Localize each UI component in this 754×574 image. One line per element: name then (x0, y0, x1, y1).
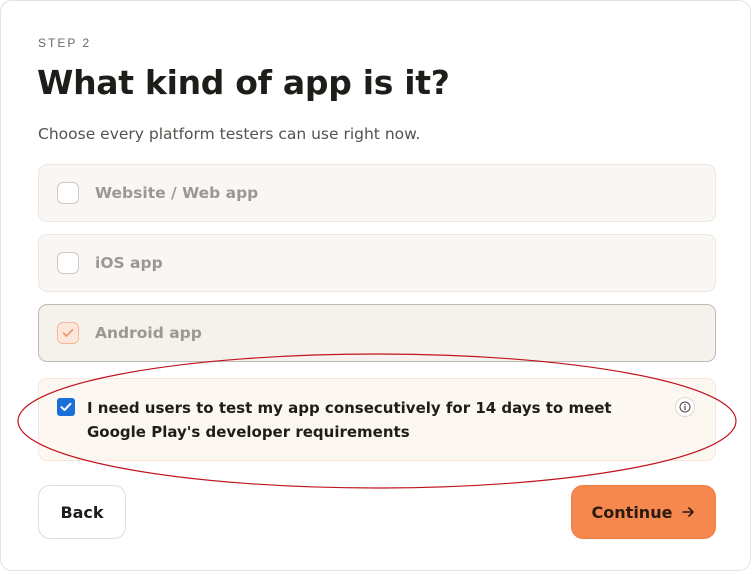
option-label: Website / Web app (95, 184, 259, 202)
step-card: STEP 2 What kind of app is it? Choose ev… (0, 0, 751, 571)
continue-button[interactable]: Continue (571, 485, 716, 539)
check-icon (60, 402, 72, 411)
back-button-label: Back (60, 502, 104, 522)
page-title: What kind of app is it? (37, 63, 450, 102)
checkbox[interactable] (57, 252, 79, 274)
option-website[interactable]: Website / Web app (38, 164, 716, 222)
option-label: Android app (95, 324, 202, 342)
checkbox[interactable] (57, 322, 79, 344)
option-ios[interactable]: iOS app (38, 234, 716, 292)
back-button[interactable]: Back (38, 485, 126, 539)
check-icon (62, 329, 74, 337)
arrow-right-icon (682, 506, 695, 518)
requirement-box: I need users to test my app consecutivel… (38, 378, 716, 461)
requirement-checkbox[interactable] (57, 398, 75, 416)
requirement-text[interactable]: I need users to test my app consecutivel… (87, 396, 647, 444)
step-label: STEP 2 (38, 36, 92, 50)
continue-button-label: Continue (591, 502, 673, 522)
info-icon[interactable] (675, 397, 695, 417)
checkbox[interactable] (57, 182, 79, 204)
option-android[interactable]: Android app (38, 304, 716, 362)
page-subtitle: Choose every platform testers can use ri… (38, 125, 421, 143)
option-label: iOS app (95, 254, 163, 272)
